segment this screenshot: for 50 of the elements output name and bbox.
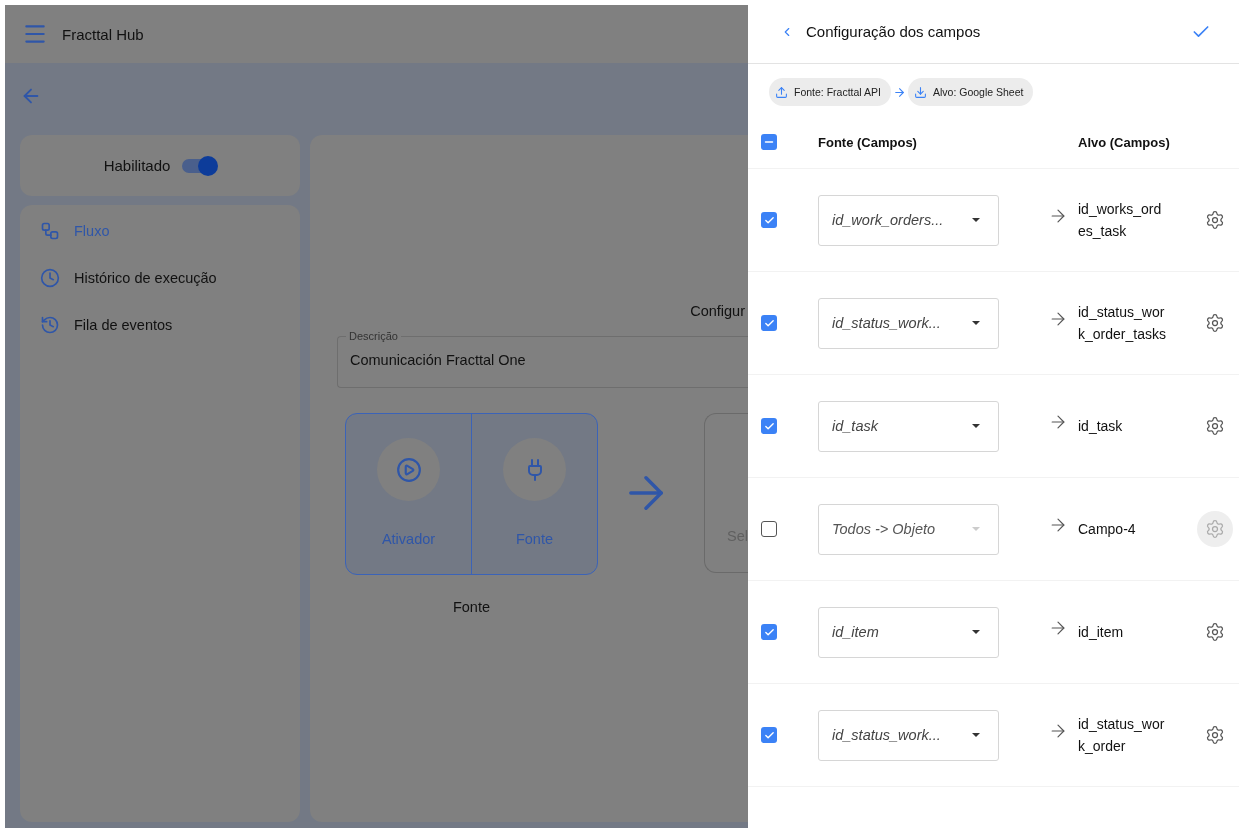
settings-icon bbox=[1205, 210, 1225, 230]
enabled-toggle[interactable] bbox=[182, 158, 217, 173]
settings-icon bbox=[1205, 519, 1225, 539]
settings-icon bbox=[1205, 416, 1225, 436]
history-icon bbox=[40, 315, 60, 335]
target-field: id_item bbox=[1078, 621, 1168, 643]
sidebar-item[interactable]: Fila de eventos bbox=[40, 315, 300, 335]
row-checkbox[interactable] bbox=[761, 212, 777, 228]
chip-arrow-icon bbox=[892, 85, 906, 99]
source-field-select[interactable]: id_status_work... bbox=[818, 297, 999, 349]
source-field-select[interactable]: id_item bbox=[818, 606, 999, 658]
target-field: id_works_ordes_task bbox=[1078, 198, 1168, 242]
chip-label: Alvo: Google Sheet bbox=[932, 86, 1024, 98]
sidebar-item[interactable]: Histórico de execução bbox=[40, 268, 300, 288]
description-field[interactable]: Descrição Comunicación Fracttal One bbox=[337, 329, 748, 388]
status-label: Habilitado bbox=[103, 157, 171, 174]
target-field: id_task bbox=[1078, 415, 1168, 437]
column-header: Fonte (Campos) bbox=[818, 134, 918, 150]
step-caption: Fonte bbox=[452, 599, 491, 615]
settings-icon bbox=[1205, 725, 1225, 745]
source-field-select[interactable]: id_work_orders... bbox=[818, 194, 999, 246]
settings-icon bbox=[1205, 313, 1225, 333]
section-heading: Configur bbox=[690, 303, 745, 319]
row-checkbox[interactable] bbox=[761, 418, 777, 434]
chip-label: Fonte: Fracttal API bbox=[794, 86, 881, 98]
drawer-title: Configuração dos campos bbox=[806, 23, 982, 40]
row-checkbox[interactable] bbox=[761, 315, 777, 331]
check-icon bbox=[763, 214, 775, 226]
check-icon bbox=[763, 317, 775, 329]
field-value: Comunicación Fracttal One bbox=[350, 352, 526, 368]
row-checkbox[interactable] bbox=[761, 727, 777, 743]
row-checkbox[interactable] bbox=[761, 624, 777, 640]
target-field: Campo-4 bbox=[1078, 518, 1168, 540]
target-field: id_status_work_order bbox=[1078, 713, 1168, 757]
flow-icon bbox=[40, 221, 60, 241]
play-icon bbox=[395, 456, 422, 483]
app-title: Fracttal Hub bbox=[62, 25, 144, 43]
settings-icon bbox=[1205, 622, 1225, 642]
clock-icon bbox=[40, 268, 60, 288]
select-all-checkbox[interactable] bbox=[761, 134, 777, 150]
check-icon bbox=[763, 729, 775, 741]
target-field: id_status_work_order_tasks bbox=[1078, 301, 1168, 345]
check-icon bbox=[763, 420, 775, 432]
download-icon bbox=[913, 85, 927, 99]
field-label: Descrição bbox=[348, 329, 399, 343]
source-field-select[interactable]: id_status_work... bbox=[818, 709, 999, 761]
column-header: Alvo (Campos) bbox=[1078, 134, 1171, 150]
source-field-select[interactable]: id_task bbox=[818, 400, 999, 452]
check-icon bbox=[763, 626, 775, 638]
upload-icon bbox=[775, 85, 788, 99]
